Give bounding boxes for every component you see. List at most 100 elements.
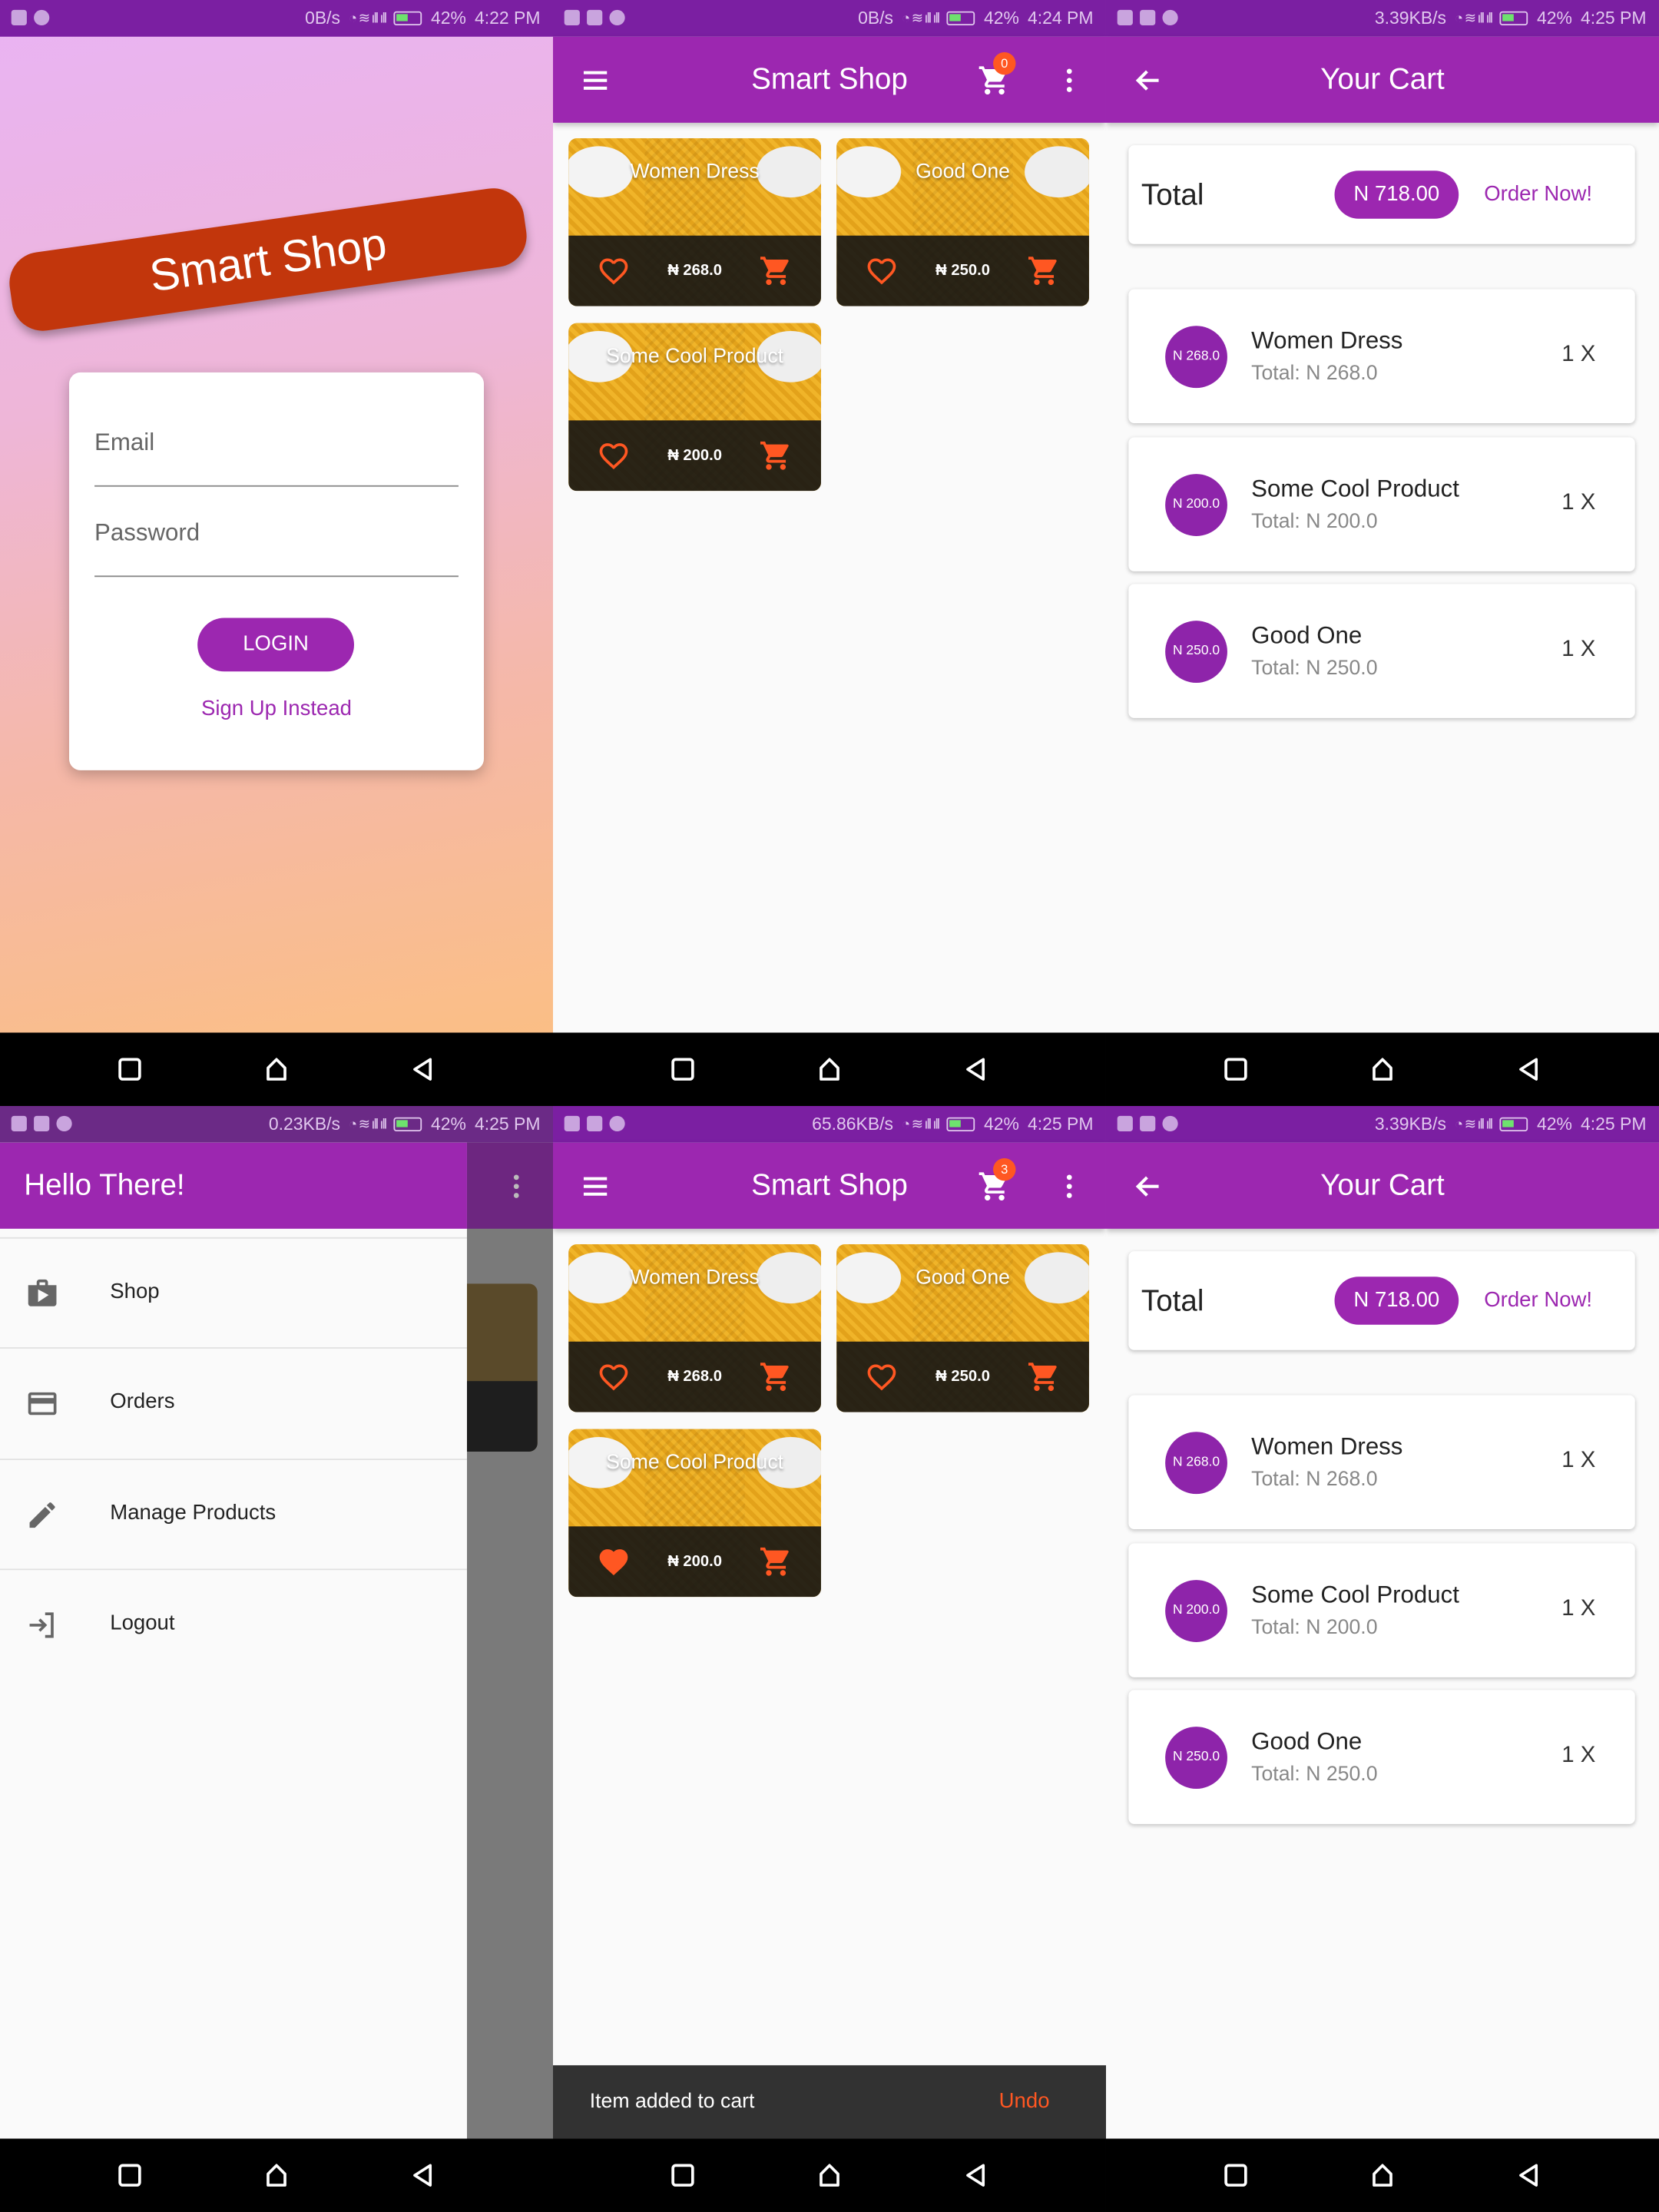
notification-icons xyxy=(564,1115,625,1132)
email-field[interactable]: Email xyxy=(94,429,459,487)
product-footer: ₦ 268.0 xyxy=(568,1341,821,1412)
app-bar: Your Cart xyxy=(1105,1142,1659,1229)
nav-home-icon[interactable] xyxy=(263,2163,289,2188)
more-vert-icon[interactable] xyxy=(1050,1167,1089,1206)
item-quantity: 1 X xyxy=(1561,637,1596,662)
status-bar: 0.23KB/s ◔ ≋ ıll ıll 42% 4:25 PM xyxy=(0,1105,553,1143)
nav-back-icon[interactable] xyxy=(410,2163,435,2188)
cart-total-card: Total N 718.00 Order Now! xyxy=(1128,1251,1635,1350)
nav-square-icon[interactable] xyxy=(670,2163,695,2188)
edit-icon xyxy=(29,1502,55,1528)
product-price: ₦ 250.0 xyxy=(935,1368,990,1386)
cart-icon[interactable]: 3 xyxy=(975,1157,1016,1206)
total-label: Total xyxy=(1141,1285,1204,1318)
cart-item[interactable]: N 200.0 Some Cool Product Total: N 200.0… xyxy=(1128,1543,1635,1677)
nav-home-icon[interactable] xyxy=(816,1057,842,1082)
login-screen: 0B/s ◔ ≋ ıll ıll 42% 4:22 PM Smart Shop … xyxy=(0,0,553,1106)
product-tile[interactable]: Women Dress ₦ 268.0 xyxy=(568,1243,821,1412)
nav-square-icon[interactable] xyxy=(1223,2163,1248,2188)
notification-icons xyxy=(11,9,50,26)
product-price: ₦ 250.0 xyxy=(935,262,990,280)
nav-back-icon[interactable] xyxy=(410,1057,435,1082)
product-tile[interactable]: Good One ₦ 250.0 xyxy=(836,137,1089,306)
nav-square-icon[interactable] xyxy=(1223,1057,1248,1082)
nav-home-icon[interactable] xyxy=(816,2163,842,2188)
app-title: Your Cart xyxy=(1320,63,1445,96)
item-quantity: 1 X xyxy=(1561,343,1596,367)
signal-icon: ◔ ≋ ıll ıll xyxy=(902,1116,940,1132)
drawer-item-shop[interactable]: Shop xyxy=(0,1237,467,1347)
heart-icon[interactable] xyxy=(597,1360,631,1394)
product-footer: ₦ 268.0 xyxy=(568,235,821,306)
product-tile[interactable]: Some Cool Product ₦ 200.0 xyxy=(568,1429,821,1598)
more-vert-icon[interactable] xyxy=(1050,61,1089,100)
network-speed: 65.86KB/s xyxy=(812,1114,894,1134)
nav-back-icon[interactable] xyxy=(1516,2163,1541,2188)
heart-icon[interactable] xyxy=(597,254,631,288)
app-title: Smart Shop xyxy=(751,63,908,96)
login-button[interactable]: LOGIN xyxy=(197,618,355,672)
order-now-button[interactable]: Order Now! xyxy=(1484,182,1592,206)
cart-icon[interactable]: 0 xyxy=(975,51,1016,100)
heart-icon[interactable] xyxy=(865,254,899,288)
cart-item[interactable]: N 200.0 Some Cool Product Total: N 200.0… xyxy=(1128,437,1635,571)
battery-icon xyxy=(947,11,975,26)
more-vert-icon xyxy=(509,1171,523,1209)
nav-square-icon[interactable] xyxy=(670,1057,695,1082)
nav-square-icon[interactable] xyxy=(117,1057,142,1082)
add-cart-icon[interactable] xyxy=(759,254,793,288)
nav-back-icon[interactable] xyxy=(963,2163,988,2188)
add-cart-icon[interactable] xyxy=(759,1360,793,1394)
add-cart-icon[interactable] xyxy=(759,1545,793,1578)
item-total: Total: N 268.0 xyxy=(1251,1469,1378,1492)
drawer-item-orders[interactable]: Orders xyxy=(0,1347,467,1457)
product-tile[interactable]: Women Dress ₦ 268.0 xyxy=(568,137,821,306)
item-price-avatar: N 250.0 xyxy=(1165,621,1227,683)
nav-home-icon[interactable] xyxy=(1369,2163,1395,2188)
nav-back-icon[interactable] xyxy=(1516,1057,1541,1082)
product-tile[interactable]: Good One ₦ 250.0 xyxy=(836,1243,1089,1412)
drawer-item-logout[interactable]: Logout xyxy=(0,1568,467,1678)
heart-filled-icon[interactable] xyxy=(597,1545,631,1578)
item-price-avatar: N 268.0 xyxy=(1165,326,1227,389)
item-name: Good One xyxy=(1251,621,1363,649)
cart-item[interactable]: N 268.0 Women Dress Total: N 268.0 1 X xyxy=(1128,289,1635,424)
password-field[interactable]: Password xyxy=(94,519,459,578)
product-tile[interactable]: Some Cool Product ₦ 200.0 xyxy=(568,323,821,492)
cart-screen: 3.39KB/s ◔ ≋ ıll ıll 42% 4:25 PM Your Ca… xyxy=(1105,1105,1659,2212)
cart-item[interactable]: N 268.0 Women Dress Total: N 268.0 1 X xyxy=(1128,1395,1635,1530)
clock: 4:25 PM xyxy=(474,1114,541,1134)
add-cart-icon[interactable] xyxy=(759,439,793,472)
clock: 4:25 PM xyxy=(1027,1114,1094,1134)
signup-link[interactable]: Sign Up Instead xyxy=(69,697,484,720)
order-now-button[interactable]: Order Now! xyxy=(1484,1288,1592,1312)
heart-icon[interactable] xyxy=(597,439,631,472)
add-cart-icon[interactable] xyxy=(1027,254,1061,288)
system-nav-bar xyxy=(1105,2138,1659,2212)
cart-item[interactable]: N 250.0 Good One Total: N 250.0 1 X xyxy=(1128,584,1635,718)
drawer-item-manage-products[interactable]: Manage Products xyxy=(0,1459,467,1568)
battery-level: 42% xyxy=(430,8,466,28)
undo-button[interactable]: Undo xyxy=(999,2065,1050,2139)
logout-icon xyxy=(29,1612,54,1638)
cart-item[interactable]: N 250.0 Good One Total: N 250.0 1 X xyxy=(1128,1690,1635,1824)
battery-icon xyxy=(1500,1117,1528,1132)
battery-icon xyxy=(394,1117,422,1132)
drawer-scrim[interactable] xyxy=(466,1142,553,2139)
drawer-header: Hello There! xyxy=(0,1142,467,1229)
cart-badge: 3 xyxy=(993,1157,1016,1181)
heart-icon[interactable] xyxy=(865,1360,899,1394)
item-price-avatar: N 200.0 xyxy=(1165,1580,1227,1642)
item-quantity: 1 X xyxy=(1561,1449,1596,1473)
add-cart-icon[interactable] xyxy=(1027,1360,1061,1394)
nav-home-icon[interactable] xyxy=(263,1057,289,1082)
nav-back-icon[interactable] xyxy=(963,1057,988,1082)
nav-home-icon[interactable] xyxy=(1369,1057,1395,1082)
nav-square-icon[interactable] xyxy=(117,2163,142,2188)
item-price-avatar: N 268.0 xyxy=(1165,1432,1227,1495)
battery-icon xyxy=(1500,11,1528,26)
drawer-item-label: Logout xyxy=(110,1611,175,1635)
item-total: Total: N 250.0 xyxy=(1251,1763,1378,1786)
app-bar: Smart Shop 3 xyxy=(552,1142,1106,1229)
signal-icon: ◔ ≋ ıll ıll xyxy=(349,10,387,26)
